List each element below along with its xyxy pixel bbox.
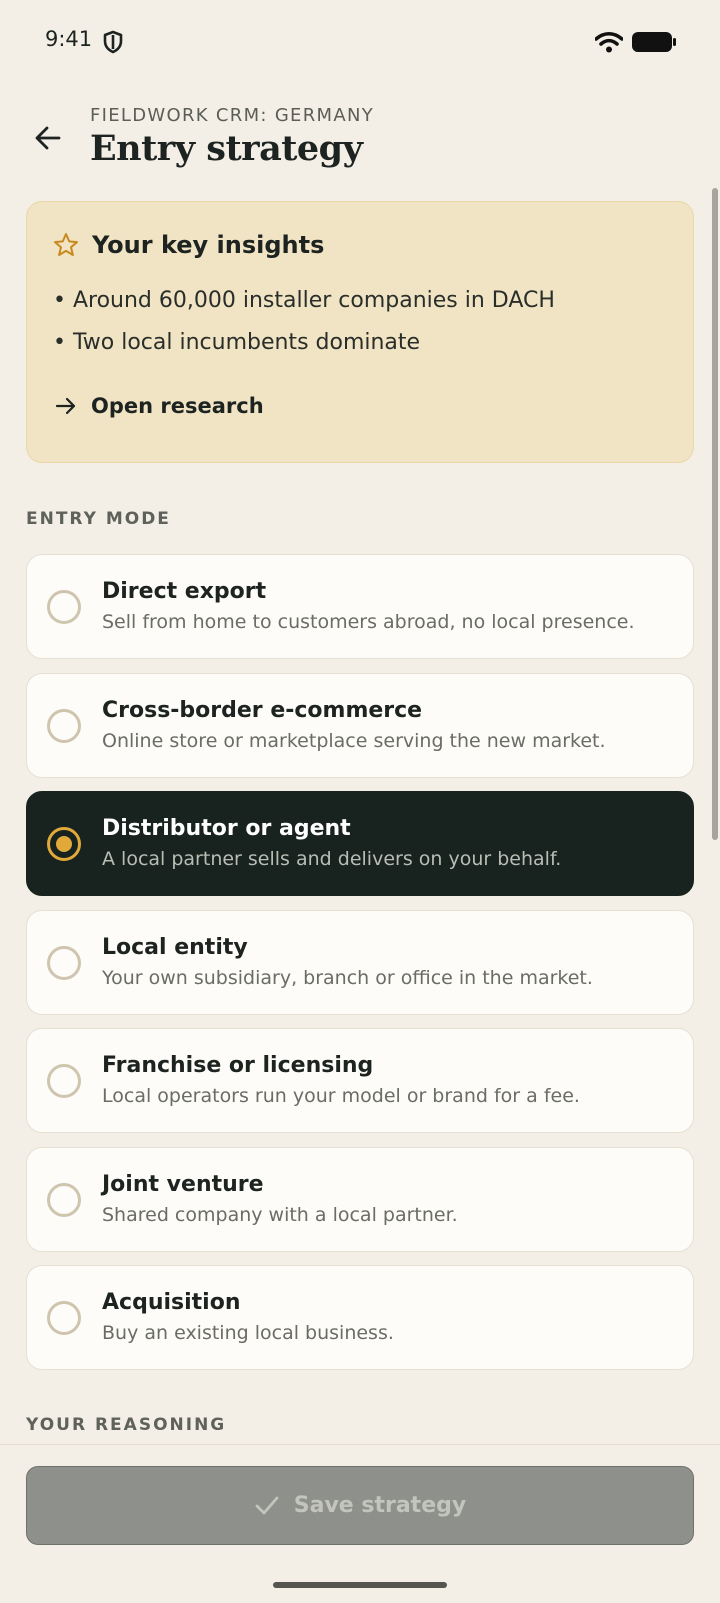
entry-option-cross-border-ecommerce[interactable]: Cross-border e-commerce Online store or …	[26, 672, 694, 778]
entry-option-franchise-or-licensing[interactable]: Franchise or licensing Local operators r…	[26, 1028, 694, 1133]
option-description: Local operators run your model or brand …	[102, 1085, 580, 1107]
open-research-label: Open research	[91, 394, 264, 418]
option-description: Sell from home to customers abroad, no l…	[102, 611, 635, 633]
radio-button[interactable]	[47, 590, 81, 624]
status-bar: 9:41	[0, 0, 720, 84]
option-title: Cross-border e-commerce	[102, 697, 423, 723]
radio-button[interactable]	[47, 1182, 81, 1217]
save-strategy-button[interactable]: Save strategy	[26, 1466, 694, 1545]
option-description: Online store or marketplace serving the …	[102, 729, 606, 752]
status-time: 9:41	[45, 27, 93, 51]
back-button[interactable]	[28, 118, 68, 158]
open-research-link[interactable]: Open research	[55, 388, 264, 424]
your-reasoning-label: YOUR REASONING	[26, 1415, 227, 1435]
star-icon	[54, 233, 78, 256]
battery-icon	[632, 32, 676, 52]
arrow-right-icon	[55, 397, 76, 415]
app-header: FIELDWORK CRM: GERMANY Entry strategy	[0, 100, 720, 180]
header-subtitle: FIELDWORK CRM: GERMANY	[90, 105, 375, 126]
wifi-icon	[595, 31, 623, 53]
insights-list: • Around 60,000 installer companies in D…	[53, 286, 555, 370]
entry-option-distributor-or-agent[interactable]: Distributor or agent A local partner sel…	[26, 791, 694, 896]
insight-item: • Two local incumbents dominate	[53, 330, 421, 355]
option-description: Shared company with a local partner.	[102, 1203, 458, 1226]
entry-option-direct-export[interactable]: Direct export Sell from home to customer…	[26, 554, 694, 659]
radio-button[interactable]	[47, 1064, 81, 1098]
insights-title: Your key insights	[92, 231, 325, 259]
page-title: Entry strategy	[90, 128, 363, 169]
home-indicator	[273, 1582, 447, 1588]
option-title: Direct export	[102, 579, 267, 604]
option-description: A local partner sells and delivers on yo…	[102, 848, 562, 870]
radio-selected-dot	[56, 836, 72, 852]
insights-card: Your key insights • Around 60,000 instal…	[26, 201, 694, 463]
radio-button-selected[interactable]	[47, 827, 81, 861]
scrollbar-thumb[interactable]	[712, 188, 718, 840]
radio-button[interactable]	[47, 1301, 81, 1335]
bottom-bar: Save strategy	[0, 1444, 720, 1603]
shield-icon	[103, 30, 123, 54]
radio-button[interactable]	[47, 708, 81, 743]
insight-item: • Around 60,000 installer companies in D…	[53, 288, 555, 313]
save-strategy-label: Save strategy	[293, 1493, 467, 1518]
option-title: Local entity	[102, 934, 248, 960]
option-title: Acquisition	[102, 1290, 241, 1315]
arrow-left-icon	[35, 126, 61, 150]
option-title: Distributor or agent	[102, 816, 351, 841]
check-icon	[255, 1496, 279, 1514]
entry-mode-options: Direct export Sell from home to customer…	[26, 554, 694, 1384]
option-description: Buy an existing local business.	[102, 1322, 394, 1344]
entry-mode-label: ENTRY MODE	[26, 509, 171, 529]
entry-option-joint-venture[interactable]: Joint venture Shared company with a loca…	[26, 1146, 694, 1252]
option-title: Joint venture	[102, 1171, 264, 1197]
option-description: Your own subsidiary, branch or office in…	[102, 966, 593, 989]
radio-button[interactable]	[47, 945, 81, 980]
entry-option-local-entity[interactable]: Local entity Your own subsidiary, branch…	[26, 909, 694, 1015]
option-title: Franchise or licensing	[102, 1053, 374, 1078]
entry-option-acquisition[interactable]: Acquisition Buy an existing local busine…	[26, 1265, 694, 1370]
